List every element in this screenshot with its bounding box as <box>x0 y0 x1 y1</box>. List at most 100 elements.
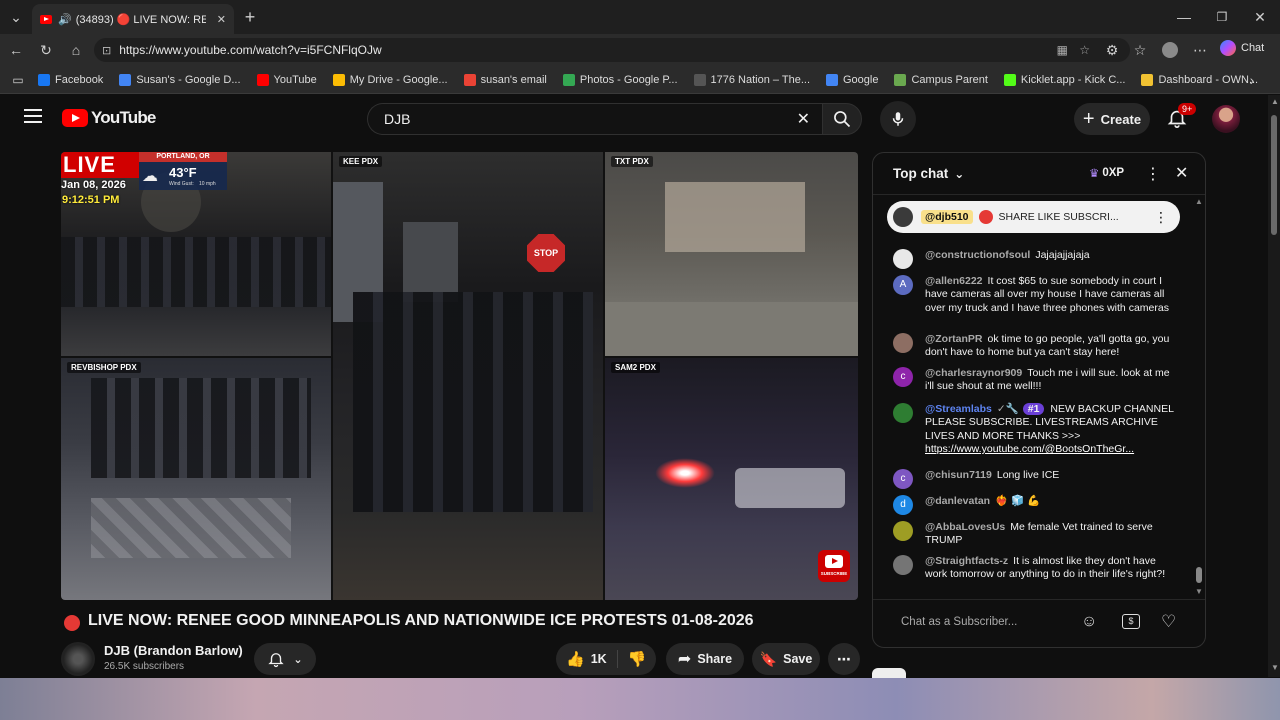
bookmark-item[interactable]: 1776 Nation – The... <box>693 73 810 86</box>
channel-avatar[interactable] <box>61 642 95 676</box>
sidebar-toggle-icon[interactable]: ▭ <box>8 70 28 90</box>
chat-author[interactable]: @charlesraynor909 <box>925 367 1022 379</box>
notification-badge: 9+ <box>1178 103 1197 115</box>
url-field[interactable]: ⊡ https://www.youtube.com/watch?v=i5FCNF… <box>94 38 1130 62</box>
chat-author[interactable]: @ZortanPR <box>925 333 983 345</box>
bookmark-item[interactable]: Dashboard - OWN... <box>1141 73 1258 86</box>
pinned-more-icon[interactable]: ⋮ <box>1154 209 1168 226</box>
share-button[interactable]: ➦ Share <box>666 643 744 675</box>
chat-author[interactable]: @Streamlabs <box>925 403 992 415</box>
minimize-icon[interactable]: — <box>1174 7 1194 27</box>
chat-message[interactable]: @AbbaLovesUs Me female Vet trained to ser… <box>893 521 1178 548</box>
hamburger-menu-icon[interactable] <box>24 109 42 123</box>
bookmark-item[interactable]: Campus Parent <box>894 73 988 86</box>
user-avatar[interactable] <box>1212 105 1240 133</box>
like-button[interactable]: 👍 1K <box>566 650 618 668</box>
chat-avatar[interactable] <box>893 249 913 269</box>
apps-icon[interactable]: ▦ <box>1057 43 1068 57</box>
home-icon[interactable]: ⌂ <box>66 40 86 60</box>
save-button[interactable]: 🔖 Save <box>752 643 820 675</box>
bookmark-item[interactable]: susan's email <box>463 73 547 86</box>
video-player[interactable]: LIVE PORTLAND, OR ☁ 43°F Wind Gust: 10 m… <box>61 152 858 600</box>
chat-avatar[interactable] <box>893 555 913 575</box>
browser-tab-active[interactable]: 🔊 (34893) 🔴 LIVE NOW: RENEE ✕ <box>32 4 234 34</box>
chat-message[interactable]: @ZortanPR ok time to go people, ya'll got… <box>893 333 1178 360</box>
bookmark-item[interactable]: Facebook <box>38 73 103 86</box>
chat-message[interactable]: @Straightfacts-z It is almost like they d… <box>893 555 1178 582</box>
bell-icon <box>268 653 285 668</box>
chat-message[interactable]: @Streamlabs ✓🔧 #1 NEW BACKUP CHANNEL PLEASE… <box>893 403 1178 457</box>
chat-message[interactable]: @constructionofsoul Jajajajjajaja <box>893 249 1178 269</box>
favorite-star-icon[interactable]: ☆ <box>1079 43 1090 57</box>
bookmark-item[interactable]: Photos - Google P... <box>562 73 678 86</box>
search-query: DJB <box>384 111 411 127</box>
bookmark-item[interactable]: Google <box>826 73 878 86</box>
chat-author[interactable]: @chisun7119 <box>925 469 992 481</box>
tab-close-icon[interactable]: ✕ <box>217 13 226 26</box>
back-arrow-icon[interactable]: ← <box>6 40 26 60</box>
chat-link[interactable]: https://www.youtube.com/@BootsOnTheGr... <box>925 443 1134 455</box>
chat-author[interactable]: @constructionofsoul <box>925 249 1030 261</box>
speaker-icon[interactable]: 🔊 <box>58 13 72 26</box>
clear-search-icon[interactable]: ✕ <box>797 109 810 129</box>
chat-avatar[interactable]: A <box>893 275 913 295</box>
voice-search-button[interactable] <box>880 101 916 137</box>
emoji-icon[interactable]: ☺ <box>1081 613 1097 631</box>
chat-avatar[interactable]: c <box>893 469 913 489</box>
chat-message[interactable]: c @charlesraynor909 Touch me i will sue. l… <box>893 367 1178 394</box>
chat-author[interactable]: @AbbaLovesUs <box>925 521 1005 533</box>
heart-icon[interactable]: ♡ <box>1161 612 1176 632</box>
reload-icon[interactable]: ↻ <box>36 40 56 60</box>
favorites-icon[interactable]: ☆ <box>1130 40 1150 60</box>
search-input[interactable]: DJB ✕ <box>367 103 822 135</box>
copilot-button[interactable]: Chat <box>1220 40 1264 56</box>
chat-scrollbar[interactable]: ▲ ▼ <box>1195 197 1203 597</box>
bookmarks-overflow-icon[interactable]: › <box>1242 70 1262 90</box>
chat-more-icon[interactable]: ⋮ <box>1145 164 1161 184</box>
subscribe-watermark[interactable]: SUBSCRIBE <box>818 550 850 582</box>
chat-close-icon[interactable]: ✕ <box>1175 163 1188 183</box>
tab-list-chevron-icon[interactable]: ⌄ <box>6 7 26 27</box>
video-panel-top-right: TXT PDX <box>605 152 858 356</box>
new-tab-plus-icon[interactable]: + <box>240 7 260 27</box>
chat-author[interactable]: @allen6222 <box>925 275 983 287</box>
chat-avatar[interactable] <box>893 521 913 541</box>
chat-author[interactable]: @danlevatan <box>925 495 990 507</box>
page-scrollbar[interactable]: ▲ ▼ <box>1268 95 1280 677</box>
more-options-icon[interactable]: ⋯ <box>1190 40 1210 60</box>
bookmark-item[interactable]: Susan's - Google D... <box>119 73 241 86</box>
dislike-button[interactable]: 👎 <box>628 650 647 668</box>
subscriber-count: 26.5K subscribers <box>104 661 185 672</box>
bookmark-item[interactable]: YouTube <box>256 73 317 86</box>
youtube-logo[interactable]: YouTube <box>62 108 156 128</box>
chat-message[interactable]: c @chisun7119 Long live ICE <box>893 469 1178 489</box>
url-text: https://www.youtube.com/watch?v=i5FCNFlq… <box>119 43 382 57</box>
subscription-bell-button[interactable]: ⌄ <box>254 643 316 675</box>
bookmark-item[interactable]: My Drive - Google... <box>332 73 448 86</box>
chat-author[interactable]: @Straightfacts-z <box>925 555 1008 567</box>
chat-mode-dropdown[interactable]: Top chat ⌄ <box>893 166 964 181</box>
super-chat-icon[interactable]: $ <box>1122 614 1140 629</box>
notifications-button[interactable]: 9+ <box>1166 103 1197 131</box>
extensions-icon[interactable]: ⚙ <box>1102 40 1122 60</box>
pinned-message[interactable]: @djb510 SHARE LIKE SUBSCRI... ⋮ <box>887 201 1180 233</box>
maximize-icon[interactable]: ❐ <box>1212 7 1232 27</box>
chat-input-field[interactable]: Chat as a Subscriber... <box>901 616 1017 628</box>
bookmark-item[interactable]: Kicklet.app - Kick C... <box>1003 73 1125 86</box>
chat-avatar[interactable]: c <box>893 367 913 387</box>
chat-message[interactable]: d @danlevatan ❤️‍🔥 🧊 💪 <box>893 495 1178 515</box>
search-button[interactable] <box>822 103 862 135</box>
chat-avatar[interactable]: d <box>893 495 913 515</box>
desktop-wallpaper-strip <box>0 678 1280 720</box>
create-button[interactable]: + Create <box>1074 103 1150 135</box>
site-info-icon[interactable]: ⊡ <box>102 44 111 57</box>
xp-badge[interactable]: ♛ 0XP <box>1089 166 1124 180</box>
video-title: LIVE NOW: RENEE GOOD MINNEAPOLIS AND NAT… <box>88 612 754 629</box>
profile-icon[interactable] <box>1160 40 1180 60</box>
more-actions-button[interactable]: ⋯ <box>828 643 860 675</box>
channel-name[interactable]: DJB (Brandon Barlow) <box>104 643 243 658</box>
chat-message[interactable]: A @allen6222 It cost $65 to sue somebody i… <box>893 275 1178 315</box>
chat-avatar[interactable] <box>893 403 913 423</box>
chat-avatar[interactable] <box>893 333 913 353</box>
window-close-icon[interactable]: ✕ <box>1250 7 1270 27</box>
